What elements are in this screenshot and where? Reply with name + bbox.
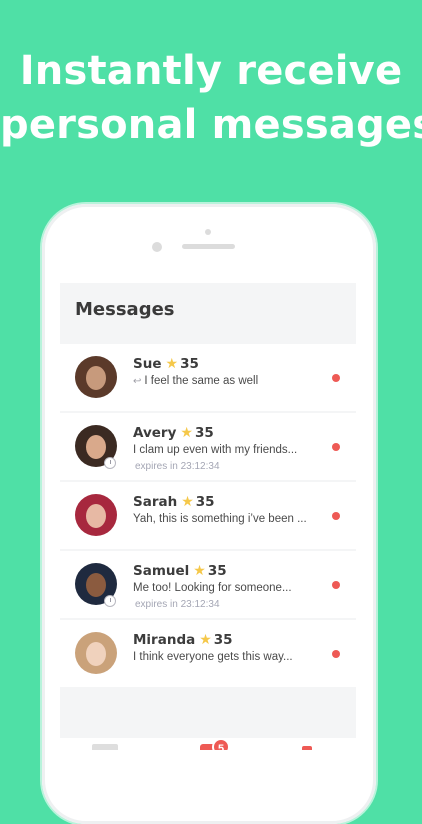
avatar [75,494,117,536]
messages-screen: Messages Sue ★ 35 ↩ I feel the same as well [60,283,356,750]
unread-dot [332,650,340,658]
star-icon: ★ [180,425,193,441]
score: 35 [180,356,199,372]
score: 35 [207,563,227,579]
message-preview: I feel the same as well [144,375,259,387]
contact-name: Sue [133,356,162,372]
star-icon: ★ [193,563,206,579]
message-preview: Me too! Looking for someone... [133,582,292,594]
message-preview: I clam up even with my friends... [133,444,298,456]
star-icon: ★ [181,494,194,510]
score: 35 [213,632,233,648]
timer-icon [104,457,116,469]
headline: Instantly receive personal messages [0,44,422,152]
avatar [75,356,117,398]
avatar-face [86,573,106,597]
unread-dot [332,581,340,589]
conversation-row[interactable]: Miranda ★ 35 I think everyone gets this wa… [60,620,356,687]
contact-name: Avery [133,425,177,441]
conversation-row[interactable]: Sue ★ 35 ↩ I feel the same as well [60,344,356,411]
screen-title: Messages [75,299,175,320]
contact-name: Miranda [133,632,196,648]
sensor-icon [205,229,211,235]
avatar [75,632,117,674]
messages-badge: 5 [212,738,230,750]
avatar-face [86,366,106,390]
unread-dot [332,374,340,382]
star-icon: ★ [199,632,212,648]
contact-name: Sarah [133,494,178,510]
star-icon: ★ [165,356,179,372]
score: 35 [195,494,215,510]
contact-name: Samuel [133,563,190,579]
conversation-list: Sue ★ 35 ↩ I feel the same as well Avery ★ 35… [60,344,356,689]
headline-line-2: personal messages [0,102,422,148]
unread-dot [332,443,340,451]
avatar-face [86,642,106,666]
avatar-face [86,435,106,459]
reply-arrow-icon: ↩ [133,376,142,387]
front-camera-icon [152,242,162,252]
tab-profile-icon[interactable] [302,746,312,750]
expiry-text: expires in 23:12:34 [135,599,220,610]
message-preview: Yah, this is something i’ve been ... [133,513,307,525]
conversation-row[interactable]: Samuel ★ 35 Me too! Looking for someone...… [60,551,356,618]
conversation-row[interactable]: Avery ★ 35 I clam up even with my friends.… [60,413,356,480]
conversation-row[interactable]: Sarah ★ 35 Yah, this is something i’ve bee… [60,482,356,549]
tab-discover-icon[interactable] [92,744,118,750]
expiry-text: expires in 23:12:34 [135,461,220,472]
unread-dot [332,512,340,520]
timer-icon [104,595,116,607]
message-preview: I think everyone gets this way... [133,651,293,663]
avatar-face [86,504,106,528]
earpiece-speaker [182,244,235,249]
headline-line-1: Instantly receive [19,48,403,94]
score: 35 [194,425,214,441]
